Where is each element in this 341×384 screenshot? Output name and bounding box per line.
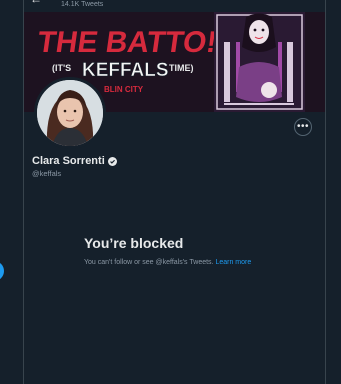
banner-subtitle-left: (IT'S xyxy=(52,63,71,73)
verified-badge-icon xyxy=(107,156,117,166)
banner-subtitle-mid: KEFFALS xyxy=(82,60,169,81)
banner-city: BLIN CITY xyxy=(104,85,144,94)
profile-name: Clara Sorrenti xyxy=(32,155,105,167)
banner-card-art xyxy=(214,12,305,112)
profile-name-row: Clara Sorrenti xyxy=(32,155,117,167)
blocked-title: You’re blocked xyxy=(84,235,184,251)
more-icon: ••• xyxy=(296,121,309,132)
banner-title: THE BATTO! xyxy=(35,26,218,59)
banner-subtitle-right: TIME) xyxy=(169,63,194,73)
blocked-description-text: You can't follow or see @keffals's Tweet… xyxy=(84,259,214,266)
profile-column: ← 14.1K Tweets THE BATTO! (IT'S KEFFALS … xyxy=(23,0,326,384)
top-bar: ← 14.1K Tweets xyxy=(24,0,325,12)
more-button[interactable]: ••• xyxy=(294,118,312,136)
tweet-count: 14.1K Tweets xyxy=(61,1,104,8)
profile-handle: @keffals xyxy=(32,169,62,178)
arrow-left-icon[interactable]: ← xyxy=(30,0,42,5)
avatar[interactable] xyxy=(34,77,106,149)
avatar-portrait xyxy=(37,80,103,146)
compose-button-edge[interactable] xyxy=(0,261,4,281)
learn-more-link[interactable]: Learn more xyxy=(215,259,251,266)
blocked-description: You can't follow or see @keffals's Tweet… xyxy=(84,259,251,266)
